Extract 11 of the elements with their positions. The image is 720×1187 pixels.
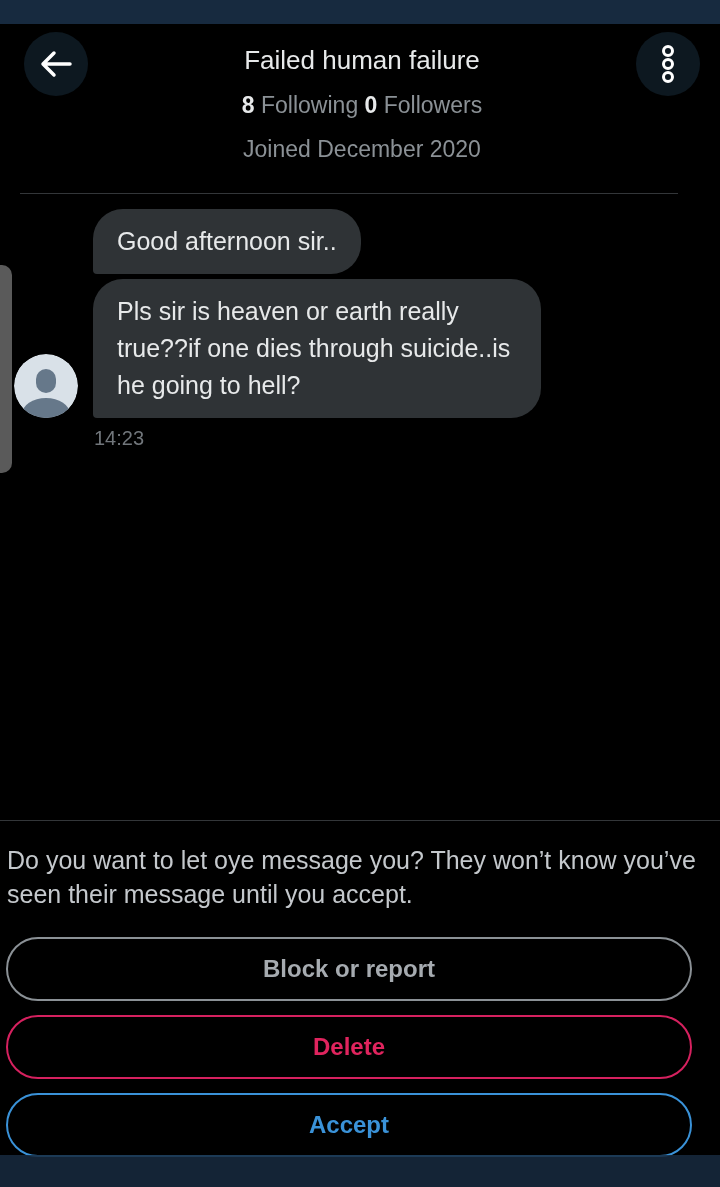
message-bubble: Pls sir is heaven or earth really true??if one dies through suicide..is he going to hell? [93,279,541,418]
avatar-icon [14,354,78,418]
message-bubble: Good afternoon sir.. [93,209,361,274]
follow-stats: 8 Following 0 Followers [241,92,483,119]
more-icon [661,44,675,84]
delete-button[interactable]: Delete [6,1015,692,1079]
request-prompt: Do you want to let oye message you? They won’t know you’ve seen their message until you accept. [6,845,697,910]
profile-name: Failed human failure [244,45,480,76]
message-time: 14:23 [94,427,146,450]
joined-date: Joined December 2020 [243,136,481,163]
block-report-button[interactable]: Block or report [6,937,692,1001]
